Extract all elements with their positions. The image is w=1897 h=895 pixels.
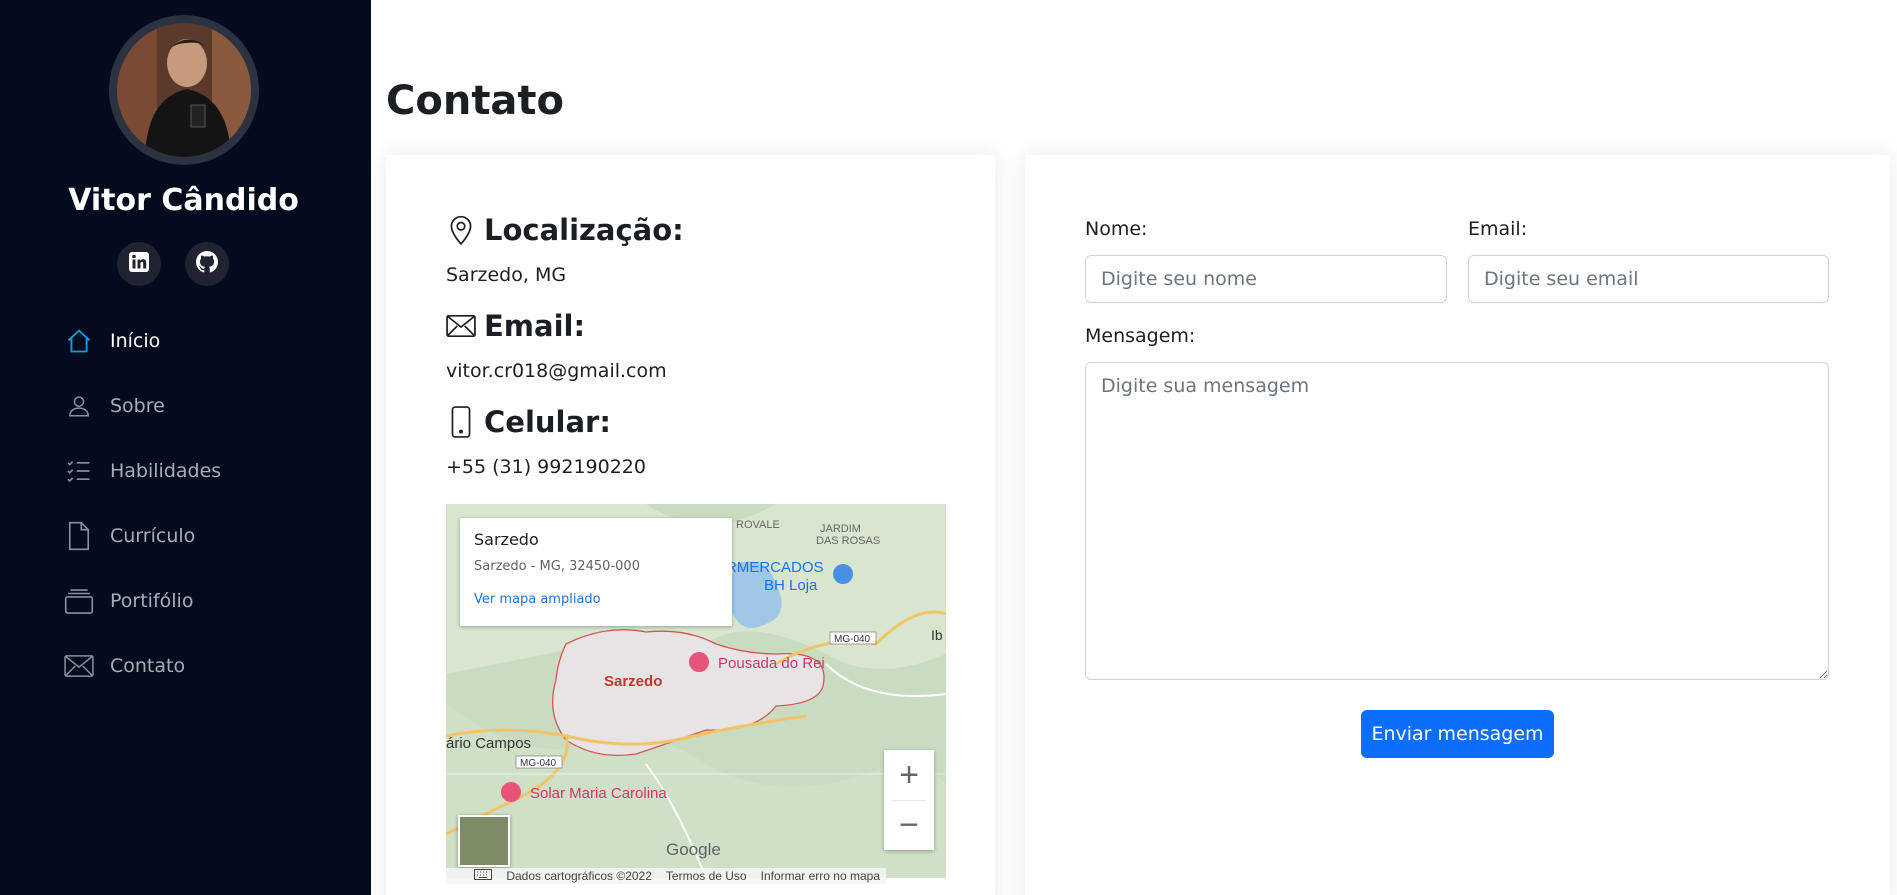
map-zoom-control: + −	[884, 750, 934, 850]
nav-item-portifolio[interactable]: Portifólio	[64, 581, 193, 621]
geo-pin-icon	[446, 213, 476, 247]
view-larger-map-link[interactable]: Ver mapa ampliado	[474, 592, 718, 607]
location-label: Localização:	[484, 213, 684, 247]
zoom-in-button[interactable]: +	[884, 750, 934, 800]
nav-label: Portifólio	[110, 590, 194, 612]
send-message-button[interactable]: Enviar mensagem	[1361, 710, 1554, 758]
github-icon	[196, 251, 218, 277]
list-check-icon	[64, 456, 94, 486]
email-input[interactable]	[1468, 255, 1829, 303]
map-label-pousada: Pousada do Rei	[718, 655, 825, 672]
avatar	[117, 23, 251, 157]
nav-item-curriculo[interactable]: Currículo	[64, 516, 195, 556]
phone-value: +55 (31) 992190220	[446, 456, 646, 478]
map-label-supermercados: RMERCADOS	[726, 559, 824, 576]
email-value: vitor.cr018@gmail.com	[446, 360, 667, 382]
map-label-ib: Ib	[931, 627, 943, 643]
phone-heading: Celular:	[446, 405, 611, 439]
map-label-bh-loja: BH Loja	[764, 577, 818, 594]
nav-item-sobre[interactable]: Sobre	[64, 386, 165, 426]
keyboard-icon[interactable]	[474, 869, 493, 883]
nav-label: Sobre	[110, 395, 165, 417]
message-label: Mensagem:	[1085, 325, 1196, 347]
phone-icon	[446, 405, 476, 439]
contact-info-card: Localização: Sarzedo, MG Email: vitor.cr…	[386, 155, 995, 895]
location-heading: Localização:	[446, 213, 684, 247]
nav-item-habilidades[interactable]: Habilidades	[64, 451, 221, 491]
linkedin-icon	[129, 252, 149, 276]
nav-item-contato[interactable]: Contato	[64, 646, 185, 686]
nav-label: Currículo	[110, 525, 196, 547]
nav-label: Contato	[110, 655, 186, 677]
location-value: Sarzedo, MG	[446, 264, 567, 286]
map-label-jardim: JARDIM	[820, 523, 861, 535]
avatar-frame	[109, 15, 259, 165]
map-label-campos: ário Campos	[446, 735, 531, 752]
map-info-popup: Sarzedo Sarzedo - MG, 32450-000 Ver mapa…	[460, 518, 732, 626]
map-label-solar: Solar Maria Carolina	[530, 785, 667, 802]
map-label-das-rosas: DAS ROSAS	[816, 535, 880, 547]
nav-item-inicio[interactable]: Início	[64, 321, 160, 361]
github-link[interactable]	[185, 242, 229, 286]
collection-icon	[64, 586, 94, 616]
linkedin-link[interactable]	[117, 242, 161, 286]
map-data-credit: Dados cartográficos ©2022	[506, 869, 652, 883]
name-input[interactable]	[1085, 255, 1447, 303]
report-error-link[interactable]: Informar erro no mapa	[761, 869, 880, 883]
location-map[interactable]: Pousada do Rei Sarzedo Solar Maria Carol…	[446, 504, 946, 878]
map-road-mg040-b: MG-040	[520, 758, 557, 769]
map-road-mg040-a: MG-040	[834, 634, 871, 645]
envelope-icon	[446, 309, 476, 343]
zoom-out-button[interactable]: −	[884, 800, 934, 850]
map-popup-title: Sarzedo	[474, 530, 539, 549]
nav-label: Início	[110, 330, 161, 352]
page-title: Contato	[386, 78, 565, 124]
email-label: Email:	[484, 309, 586, 343]
map-attribution-bar: Dados cartográficos ©2022 Termos de Uso …	[446, 868, 886, 884]
map-label-sarzedo: Sarzedo	[604, 673, 662, 690]
map-label-rovale: ROVALE	[736, 519, 780, 531]
message-textarea[interactable]	[1085, 362, 1829, 680]
nav-label: Habilidades	[110, 460, 222, 482]
file-icon	[64, 521, 94, 551]
email-label: Email:	[1468, 218, 1528, 240]
map-popup-address: Sarzedo - MG, 32450-000	[474, 559, 640, 574]
envelope-icon	[64, 651, 94, 681]
home-icon	[64, 326, 94, 356]
phone-label: Celular:	[484, 405, 611, 439]
zoom-divider	[892, 800, 926, 801]
profile-name: Vitor Cândido	[68, 183, 299, 218]
contact-form-card: Nome: Email: Mensagem: Enviar mensagem	[1025, 155, 1890, 895]
person-icon	[64, 391, 94, 421]
satellite-view-toggle[interactable]	[458, 815, 510, 867]
sidebar: Vitor Cândido Início Sobre Habilidades C…	[0, 0, 371, 895]
email-heading: Email:	[446, 309, 585, 343]
google-logo: Google	[666, 840, 721, 859]
terms-link[interactable]: Termos de Uso	[666, 869, 747, 883]
name-label: Nome:	[1085, 218, 1148, 240]
